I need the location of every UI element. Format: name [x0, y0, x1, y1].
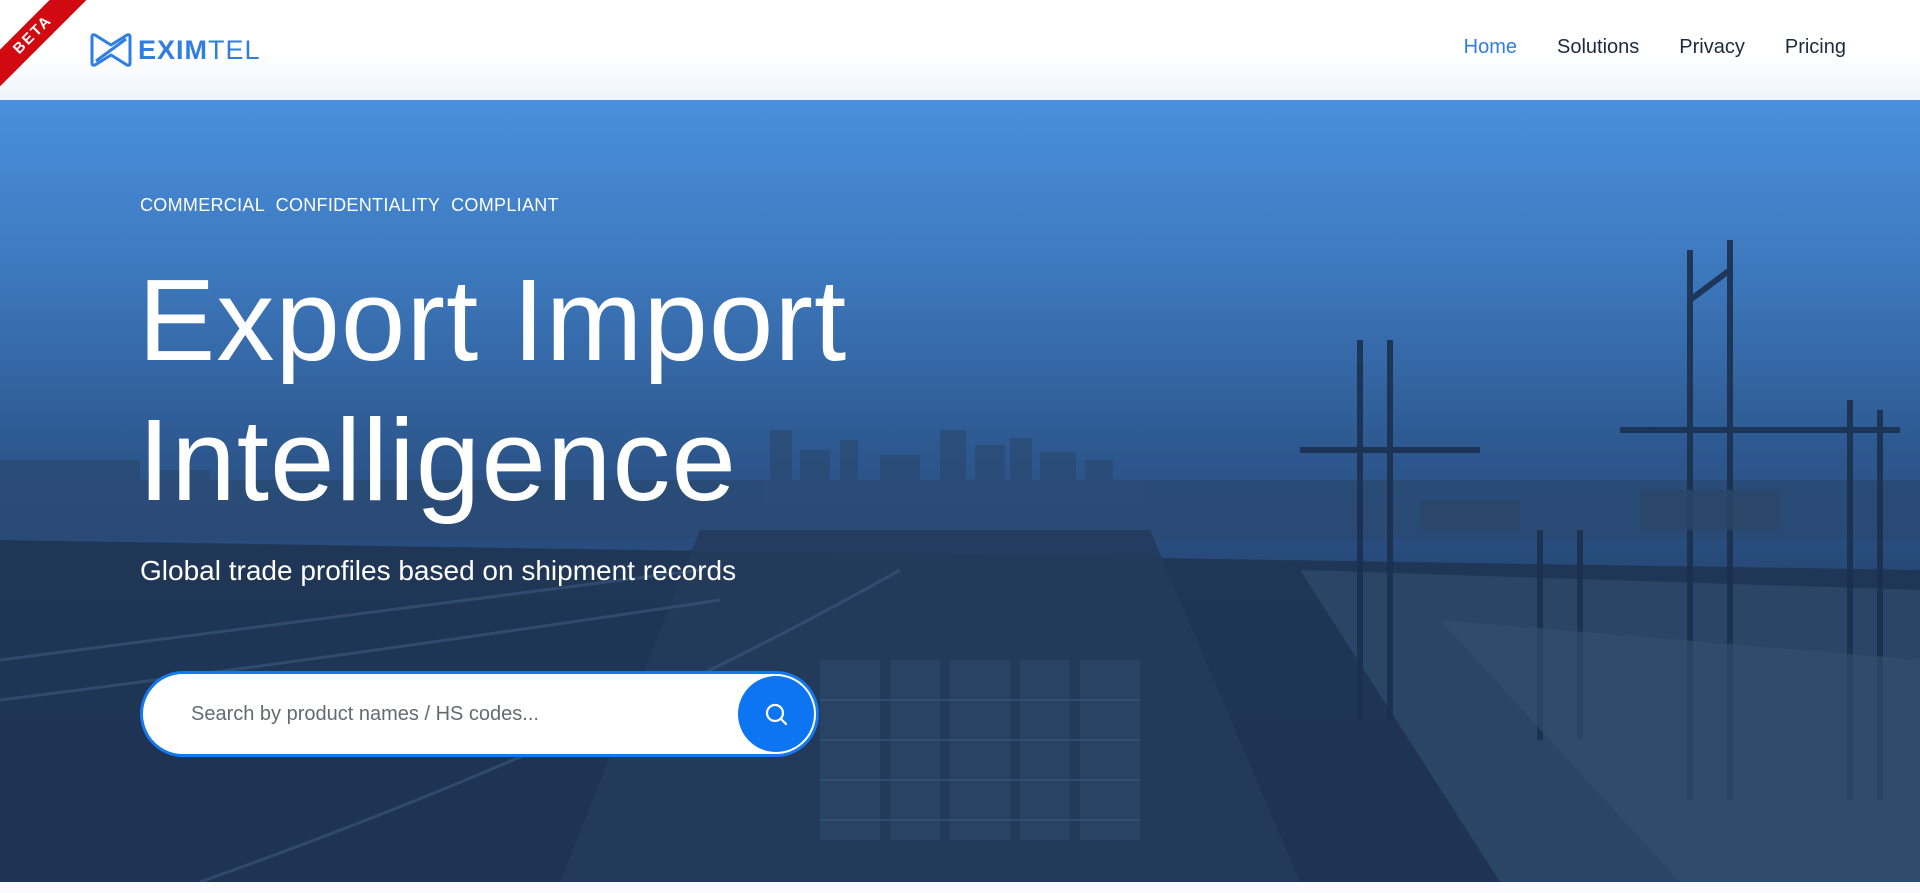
search-input[interactable] [191, 702, 731, 726]
logo[interactable]: EXIMTEL [88, 30, 261, 70]
hero-title-line2: Intelligence [138, 395, 737, 525]
beta-ribbon: BETA [0, 0, 96, 98]
logo-text-regular: TEL [208, 34, 261, 65]
hero-title-line1: Export Import [138, 255, 848, 385]
hero-tagline: COMMERCIAL CONFIDENTIALITY COMPLIANT [140, 195, 559, 215]
nav-pricing[interactable]: Pricing [1785, 36, 1846, 59]
hero-section: COMMERCIAL CONFIDENTIALITY COMPLIANT Exp… [0, 100, 1920, 882]
search-bar [140, 671, 819, 757]
nav-home[interactable]: Home [1464, 36, 1517, 59]
search-button[interactable] [738, 676, 814, 752]
nav-privacy[interactable]: Privacy [1679, 36, 1745, 59]
logo-text-bold: EXIM [138, 34, 209, 65]
hero-title: Export Import Intelligence [138, 250, 847, 530]
site-header: BETA EXIMTEL Home Solutions Privacy Pric… [0, 0, 1920, 100]
main-nav: Home Solutions Privacy Pricing [1464, 36, 1846, 59]
hero-subtitle: Global trade profiles based on shipment … [140, 555, 737, 586]
nav-solutions[interactable]: Solutions [1557, 36, 1639, 59]
page-bottom-strip [0, 882, 1920, 893]
search-icon [765, 703, 788, 726]
logo-text: EXIMTEL [138, 35, 261, 66]
eximtel-logo-icon [90, 33, 132, 67]
